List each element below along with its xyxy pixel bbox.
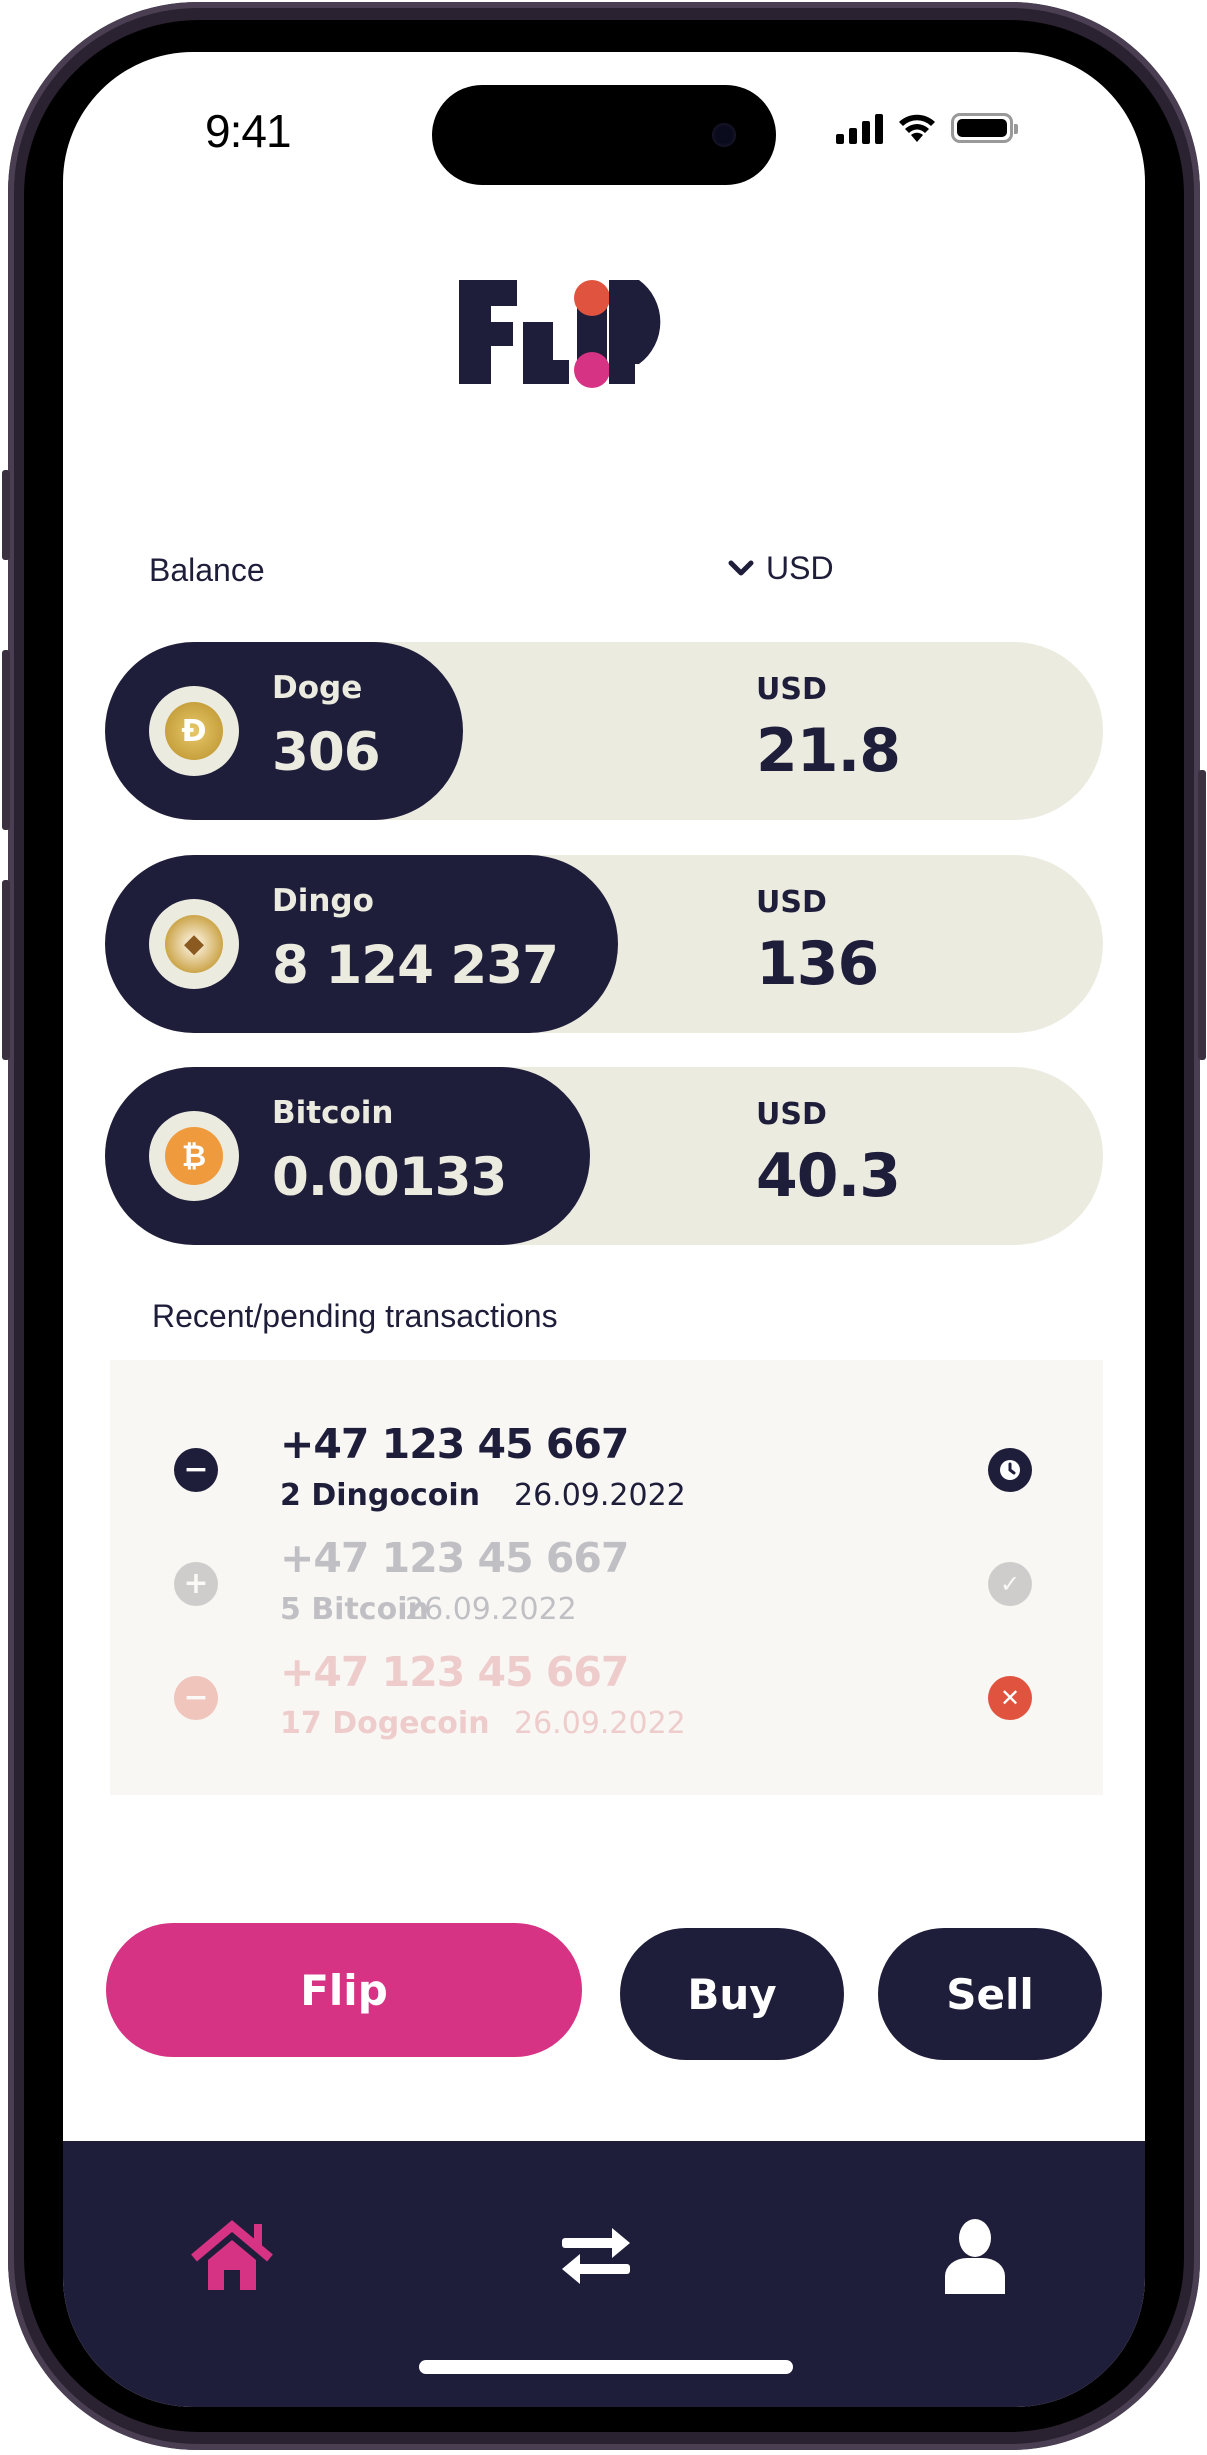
transaction-row[interactable]: + +47 123 45 667 5 Bitcoin 26.09.2022 ✓	[110, 1534, 1103, 1634]
close-icon: ✕	[988, 1676, 1032, 1720]
minus-icon: −	[174, 1448, 218, 1492]
fiat-value: 136	[756, 929, 879, 999]
balance-label: Balance	[149, 552, 265, 588]
coin-amount: 0.00133	[272, 1147, 507, 1208]
coin-badge: Ð	[149, 686, 239, 776]
currency-selected: USD	[766, 550, 834, 586]
signal-icon	[836, 112, 883, 144]
volume-up-button	[2, 650, 10, 830]
tx-phone: +47 123 45 667	[280, 1534, 629, 1582]
power-button	[1198, 770, 1206, 1060]
swap-arrows-icon	[562, 2228, 630, 2284]
fiat-label: USD	[756, 1097, 827, 1132]
coin-badge: ◆	[149, 899, 239, 989]
buy-button[interactable]: Buy	[620, 1928, 844, 2060]
nav-transfer[interactable]	[551, 2211, 641, 2301]
camera-icon	[712, 123, 736, 147]
app-screen: 9:41 Balance USD Ð Doge 306 USD 21.8 ◆ D…	[63, 52, 1145, 2407]
check-icon: ✓	[988, 1562, 1032, 1606]
tx-coin: 2 Dingocoin	[280, 1478, 480, 1513]
currency-dropdown[interactable]: USD	[728, 550, 834, 587]
dynamic-island	[432, 85, 776, 185]
coin-name: Bitcoin	[272, 1095, 394, 1131]
balance-card-bitcoin[interactable]: ₿ Bitcoin 0.00133 USD 40.3	[105, 1067, 1103, 1245]
status-icons	[836, 112, 1018, 144]
nav-home[interactable]	[187, 2211, 277, 2301]
dingocoin-icon: ◆	[165, 915, 223, 973]
fiat-value: 40.3	[756, 1141, 901, 1211]
transactions-title: Recent/pending transactions	[152, 1298, 558, 1334]
balance-card-dingo[interactable]: ◆ Dingo 8 124 237 USD 136	[105, 855, 1103, 1033]
bottom-nav	[63, 2141, 1145, 2407]
coin-name: Doge	[272, 670, 363, 706]
action-button	[2, 470, 10, 560]
wifi-icon	[899, 114, 935, 142]
home-indicator[interactable]	[419, 2360, 793, 2374]
coin-amount: 306	[272, 722, 381, 783]
fiat-label: USD	[756, 885, 827, 920]
balance-card-doge[interactable]: Ð Doge 306 USD 21.8	[105, 642, 1103, 820]
bitcoin-icon: ₿	[165, 1127, 223, 1185]
home-icon	[191, 2220, 273, 2290]
tx-date: 26.09.2022	[514, 1706, 686, 1741]
coin-name: Dingo	[272, 883, 374, 919]
battery-icon	[951, 113, 1018, 143]
plus-icon: +	[174, 1562, 218, 1606]
flip-button[interactable]: Flip	[106, 1923, 582, 2057]
dogecoin-icon: Ð	[165, 702, 223, 760]
nav-profile[interactable]	[930, 2211, 1020, 2301]
user-icon	[945, 2219, 1005, 2294]
fiat-value: 21.8	[756, 716, 901, 786]
tx-phone: +47 123 45 667	[280, 1420, 629, 1468]
flip-logo	[459, 280, 661, 388]
tx-coin: 17 Dogecoin	[280, 1706, 490, 1741]
tx-phone: +47 123 45 667	[280, 1648, 629, 1696]
fiat-label: USD	[756, 672, 827, 707]
tx-date: 26.09.2022	[514, 1478, 686, 1513]
transaction-row[interactable]: − +47 123 45 667 2 Dingocoin 26.09.2022	[110, 1420, 1103, 1520]
coin-amount: 8 124 237	[272, 935, 559, 996]
tx-date: 26.09.2022	[405, 1592, 577, 1627]
coin-badge: ₿	[149, 1111, 239, 1201]
minus-icon: −	[174, 1676, 218, 1720]
clock-icon	[988, 1448, 1032, 1492]
transaction-row[interactable]: − +47 123 45 667 17 Dogecoin 26.09.2022 …	[110, 1648, 1103, 1748]
sell-button[interactable]: Sell	[878, 1928, 1102, 2060]
chevron-down-icon	[728, 560, 754, 575]
transactions-list: − +47 123 45 667 2 Dingocoin 26.09.2022 …	[110, 1360, 1103, 1795]
volume-down-button	[2, 880, 10, 1060]
status-time: 9:41	[205, 105, 292, 157]
